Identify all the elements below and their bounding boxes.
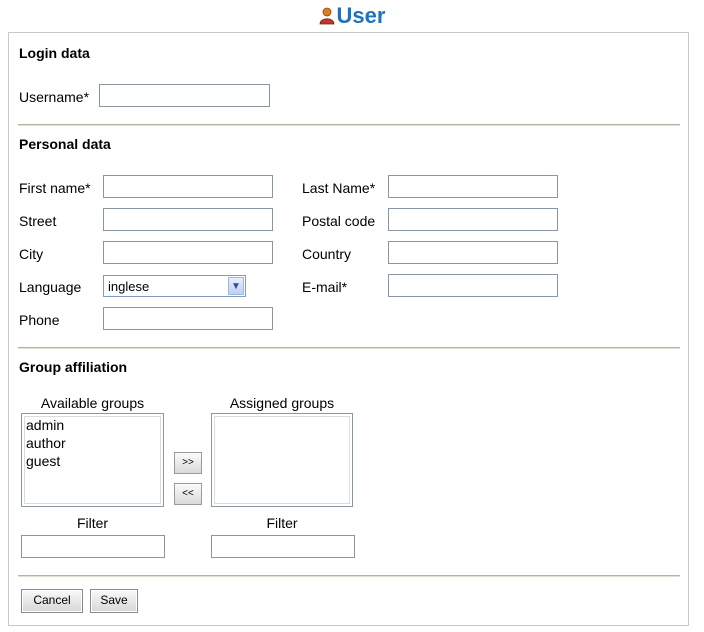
personal-section-heading: Personal data [19,136,111,152]
save-button[interactable]: Save [90,589,138,613]
last-name-label: Last Name* [302,180,376,196]
remove-group-button[interactable]: << [174,483,202,505]
street-label: Street [19,213,57,229]
cancel-button[interactable]: Cancel [21,589,83,613]
list-item[interactable]: author [26,434,159,452]
assigned-filter-label: Filter [266,515,298,531]
section-divider [18,347,680,349]
language-select[interactable]: inglese ▼ [103,275,246,297]
first-name-input[interactable] [103,175,273,198]
postal-code-label: Postal code [302,213,376,229]
available-groups-list[interactable]: admin author guest [21,413,164,507]
list-item[interactable]: admin [26,416,159,434]
section-divider [18,575,680,577]
available-groups-label: Available groups [40,395,145,411]
user-form: Login data Username* Personal data First… [8,32,689,626]
page-title-text: User [336,3,386,28]
user-icon [319,5,335,31]
email-label: E-mail* [302,279,348,295]
street-input[interactable] [103,208,273,231]
page-title: User [0,3,704,31]
country-label: Country [302,246,352,262]
email-input[interactable] [388,274,558,297]
username-input[interactable] [99,84,270,107]
first-name-label: First name* [19,180,91,196]
phone-input[interactable] [103,307,273,330]
section-divider [18,124,680,126]
assigned-filter-input[interactable] [211,535,355,558]
phone-label: Phone [19,312,60,328]
chevron-down-icon[interactable]: ▼ [228,277,244,295]
city-input[interactable] [103,241,273,264]
country-input[interactable] [388,241,558,264]
assigned-groups-list[interactable] [211,413,353,507]
username-label: Username* [19,89,90,105]
assigned-groups-label: Assigned groups [229,395,335,411]
add-group-button[interactable]: >> [174,452,202,474]
language-label: Language [19,279,82,295]
groups-section-heading: Group affiliation [19,359,128,375]
last-name-input[interactable] [388,175,558,198]
available-filter-label: Filter [76,515,109,531]
city-label: City [19,246,44,262]
list-item[interactable]: guest [26,452,159,470]
language-select-value: inglese [108,279,150,294]
login-section-heading: Login data [19,45,90,61]
available-filter-input[interactable] [21,535,165,558]
postal-code-input[interactable] [388,208,558,231]
